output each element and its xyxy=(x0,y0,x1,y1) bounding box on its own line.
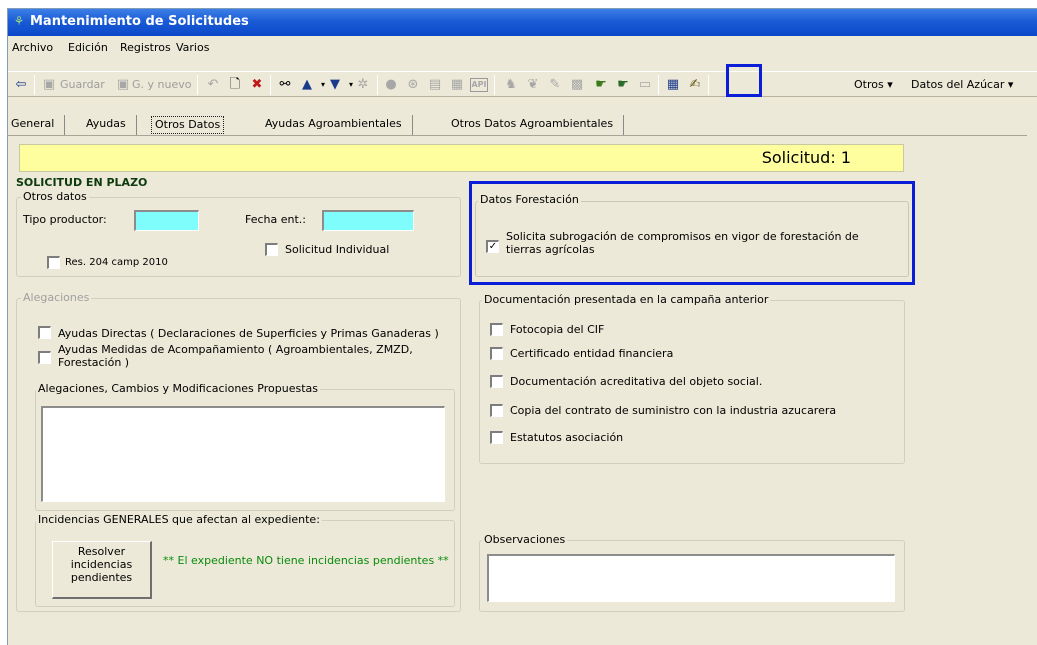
menu-archivo[interactable]: Archivo xyxy=(12,41,53,54)
form-icon: ▦ xyxy=(450,77,464,92)
toolbar-separator xyxy=(708,75,709,95)
page-icon: ▭ xyxy=(638,77,652,92)
delete-record-icon[interactable]: ✖ xyxy=(248,76,266,94)
edit-form-icon[interactable]: ✍ xyxy=(686,76,704,94)
hand-forestry-icon[interactable]: ☛ xyxy=(592,76,610,94)
hand-forestry-selected-icon[interactable]: ☛ xyxy=(614,76,632,94)
coins-icon: ⊛ xyxy=(407,77,419,92)
toolbar-separator xyxy=(377,75,378,95)
undo-icon[interactable]: ↶ xyxy=(204,76,222,94)
title-bar: ⚘ Mantenimiento de Solicitudes xyxy=(8,9,1037,36)
menu-bar: Archivo Edición Registros Varios xyxy=(8,37,1037,59)
menu-varios[interactable]: Varios xyxy=(176,41,209,54)
menu-edicion[interactable]: Edición xyxy=(68,41,108,54)
guardar-nuevo-button[interactable]: G. y nuevo xyxy=(132,76,191,94)
document-icon: ▤ xyxy=(428,77,442,92)
animal-icon: ♞ xyxy=(505,77,517,92)
guardar-button[interactable]: Guardar xyxy=(60,76,105,94)
app-icon: ⚘ xyxy=(13,14,25,28)
table-icon[interactable]: ▦ xyxy=(664,76,682,94)
api-icon: API xyxy=(470,78,488,92)
otros-menu-button[interactable]: Otros ▾ xyxy=(854,76,893,94)
back-arrow-icon[interactable]: ⇦ xyxy=(12,76,30,94)
window-title: Mantenimiento de Solicitudes xyxy=(30,14,249,29)
toolbar-separator xyxy=(270,75,271,95)
datos-azucar-menu-button[interactable]: Datos del Azúcar ▾ xyxy=(911,76,1013,94)
menu-registros[interactable]: Registros xyxy=(120,41,171,54)
save-new-icon: ▣ xyxy=(116,77,130,92)
toolbar: ⇦ ▣ Guardar ▣ G. y nuevo ↶ 🗋 ✖ ⚯ ▲ ▾ ▼ ▾… xyxy=(8,71,1037,97)
toolbar-separator xyxy=(34,75,35,95)
leaf-icon: ❦ xyxy=(527,77,539,92)
toolbar-separator xyxy=(658,75,659,95)
grid-icon: ▩ xyxy=(570,77,584,92)
pen-icon: ✎ xyxy=(549,77,561,92)
save-icon: ▣ xyxy=(42,77,56,92)
main-window: ⚘ Mantenimiento de Solicitudes Archivo E… xyxy=(7,8,1037,645)
tools-icon: ✲ xyxy=(357,77,369,92)
binoculars-icon[interactable]: ⚯ xyxy=(276,76,294,94)
highlight-box xyxy=(726,64,762,97)
new-document-icon[interactable]: 🗋 xyxy=(226,76,244,94)
circle-icon: ● xyxy=(385,77,397,92)
toolbar-separator xyxy=(494,75,495,95)
toolbar-separator xyxy=(197,75,198,95)
